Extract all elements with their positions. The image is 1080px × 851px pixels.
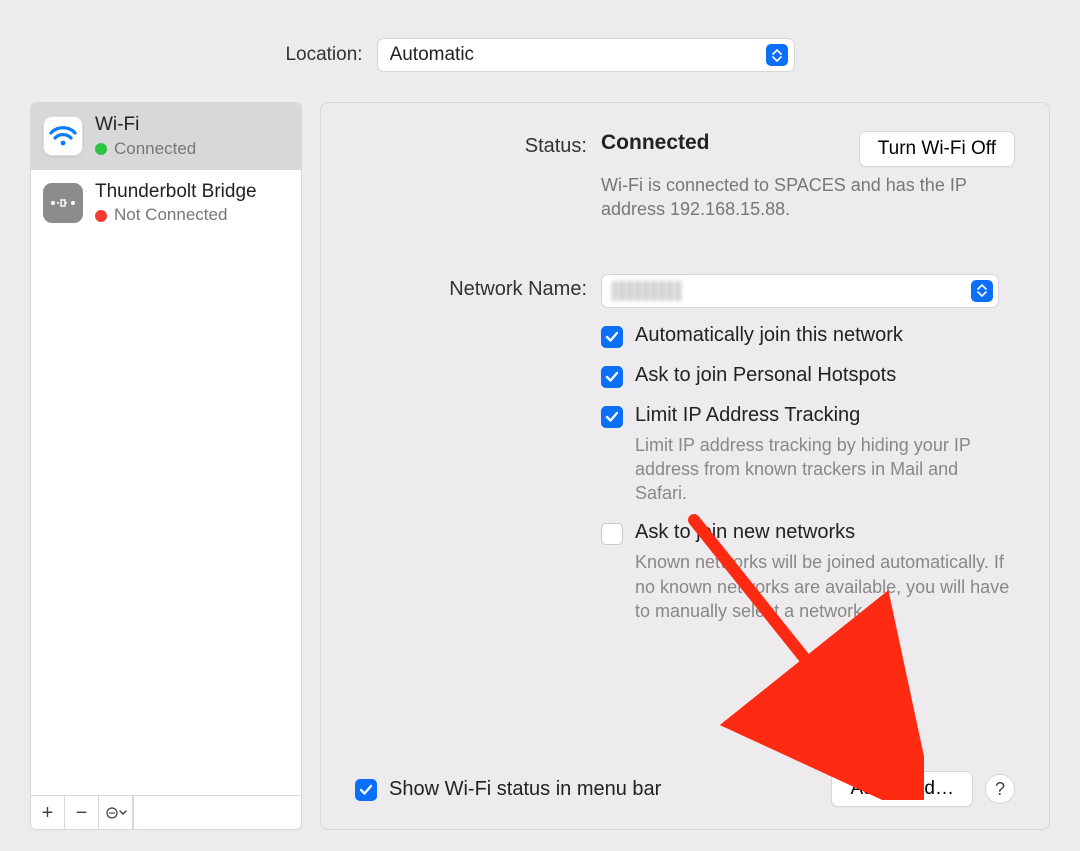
more-actions-button[interactable]	[99, 796, 133, 830]
show-menubar-checkbox[interactable]	[355, 779, 377, 801]
status-dot-icon	[95, 143, 107, 155]
turn-wifi-off-button[interactable]: Turn Wi-Fi Off	[859, 131, 1015, 167]
sidebar-item-thunderbolt-bridge[interactable]: Thunderbolt Bridge Not Connected	[31, 170, 301, 237]
wifi-icon	[43, 116, 83, 156]
location-select-value: Automatic	[390, 44, 474, 66]
ask-new-networks-description: Known networks will be joined automatica…	[635, 550, 1015, 623]
ask-new-networks-checkbox[interactable]	[601, 523, 623, 545]
sidebar-item-name: Thunderbolt Bridge	[95, 180, 257, 205]
ask-new-networks-label: Ask to join new networks	[635, 521, 855, 543]
ask-hotspots-label: Ask to join Personal Hotspots	[635, 364, 896, 387]
network-name-select[interactable]	[601, 274, 999, 308]
help-button[interactable]: ?	[985, 774, 1015, 804]
advanced-button[interactable]: Advanced…	[831, 771, 973, 807]
wifi-settings-panel: Status: Connected Turn Wi-Fi Off Wi-Fi i…	[320, 102, 1050, 830]
thunderbolt-bridge-icon	[43, 183, 83, 223]
interfaces-sidebar: Wi-Fi Connected Thunderbolt Bridge	[30, 102, 302, 830]
network-name-value	[612, 281, 682, 301]
limit-ip-description: Limit IP address tracking by hiding your…	[635, 433, 1015, 506]
sidebar-item-status: Not Connected	[114, 204, 227, 226]
remove-interface-button[interactable]: −	[65, 796, 99, 830]
status-label: Status:	[355, 131, 587, 222]
dropdown-arrows-icon	[766, 44, 788, 66]
show-menubar-label: Show Wi-Fi status in menu bar	[389, 778, 661, 801]
dropdown-arrows-icon	[971, 280, 993, 302]
limit-ip-label: Limit IP Address Tracking	[635, 404, 860, 426]
network-name-label: Network Name:	[355, 274, 587, 624]
status-dot-icon	[95, 210, 107, 222]
auto-join-label: Automatically join this network	[635, 324, 903, 347]
sidebar-item-wifi[interactable]: Wi-Fi Connected	[31, 103, 301, 170]
location-select[interactable]: Automatic	[377, 38, 795, 72]
ask-hotspots-checkbox[interactable]	[601, 366, 623, 388]
auto-join-checkbox[interactable]	[601, 326, 623, 348]
status-value: Connected	[601, 131, 710, 155]
sidebar-item-name: Wi-Fi	[95, 113, 196, 138]
sidebar-item-status: Connected	[114, 138, 196, 160]
limit-ip-checkbox[interactable]	[601, 406, 623, 428]
status-description: Wi-Fi is connected to SPACES and has the…	[601, 173, 1015, 222]
add-interface-button[interactable]: +	[31, 796, 65, 830]
location-label: Location:	[285, 44, 362, 66]
